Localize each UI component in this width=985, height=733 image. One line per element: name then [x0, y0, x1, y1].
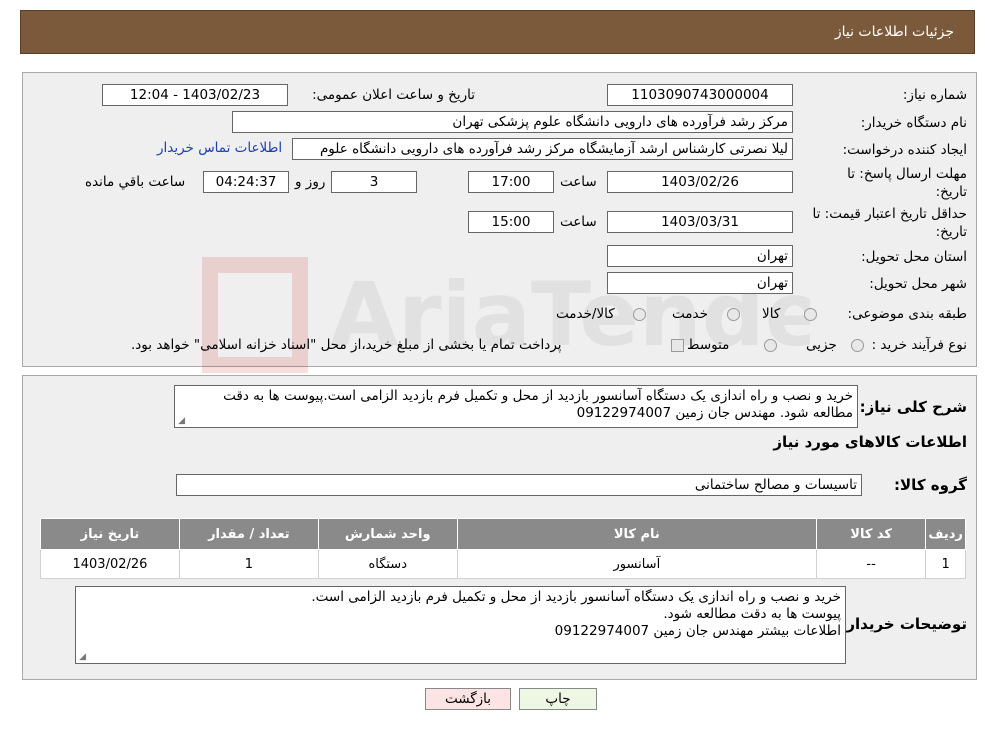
- cell-unit: دستگاه: [317, 549, 458, 579]
- category-option-goods: کالا: [762, 306, 781, 322]
- cell-row: 1: [925, 549, 966, 579]
- creator-field: لیلا نصرتی کارشناس ارشد آزمایشگاه مرکز ر…: [292, 138, 793, 160]
- resize-grip-icon[interactable]: ◢: [78, 653, 86, 662]
- province-field: تهران: [607, 245, 793, 267]
- table-header-row: ردیف کد کالا نام کالا واحد شمارش تعداد /…: [40, 518, 966, 550]
- city-label: شهر محل تحویل:: [869, 276, 967, 292]
- purchase-option-medium: متوسط: [687, 337, 730, 353]
- days-label: روز و: [295, 174, 326, 190]
- col-row: ردیف: [925, 518, 966, 550]
- cell-name: آسانسور: [456, 549, 818, 579]
- treasury-checkbox[interactable]: [671, 339, 684, 352]
- announce-field: 1403/02/23 - 12:04: [102, 84, 288, 106]
- remaining-label: ساعت باقي مانده: [85, 174, 186, 190]
- validity-date-field: 1403/03/31: [607, 211, 793, 233]
- back-button[interactable]: بازگشت: [425, 688, 511, 710]
- purchase-note: پرداخت تمام یا بخشی از مبلغ خرید،از محل …: [131, 337, 562, 353]
- validity-time-label: ساعت: [560, 214, 597, 230]
- page-title: جزئیات اطلاعات نیاز: [834, 24, 954, 40]
- col-name: نام کالا: [456, 518, 818, 550]
- announce-label: تاریخ و ساعت اعلان عمومی:: [312, 87, 475, 103]
- print-button[interactable]: چاپ: [519, 688, 597, 710]
- cell-code: --: [816, 549, 927, 579]
- buyer-notes-line-2: پیوست ها به دقت مطالعه شود.: [663, 606, 841, 622]
- summary-field: خرید و نصب و راه اندازی یک دستگاه آسانسو…: [174, 385, 858, 428]
- cell-date: 1403/02/26: [40, 549, 180, 579]
- purchase-radio-minor[interactable]: [851, 339, 864, 352]
- page-header: جزئیات اطلاعات نیاز: [20, 10, 975, 54]
- summary-text: خرید و نصب و راه اندازی یک دستگاه آسانسو…: [223, 388, 853, 421]
- purchase-radio-medium[interactable]: [764, 339, 777, 352]
- col-qty: تعداد / مقدار: [178, 518, 319, 550]
- deadline-time-label: ساعت: [560, 174, 597, 190]
- buyer-org-label: نام دستگاه خریدار:: [860, 115, 967, 131]
- deadline-label-2: تاریخ:: [935, 184, 967, 200]
- deadline-label-1: مهلت ارسال پاسخ: تا: [847, 166, 967, 182]
- goods-info-heading: اطلاعات کالاهای مورد نیاز: [773, 433, 967, 451]
- goods-group-label: گروه کالا:: [894, 476, 967, 494]
- buyer-notes-label: توضیحات خریدار:: [840, 615, 967, 633]
- creator-label: ایجاد کننده درخواست:: [842, 142, 967, 158]
- category-option-service: خدمت: [672, 306, 708, 322]
- col-unit: واحد شمارش: [317, 518, 458, 550]
- need-number-label: شماره نیاز:: [902, 87, 967, 103]
- category-radio-service[interactable]: [727, 308, 740, 321]
- buyer-notes-line-1: خرید و نصب و راه اندازی یک دستگاه آسانسو…: [311, 589, 841, 605]
- buyer-org-field: مرکز رشد فرآورده های دارویی دانشگاه علوم…: [232, 111, 793, 133]
- goods-group-field: تاسیسات و مصالح ساختمانی: [176, 474, 862, 496]
- col-date: تاریخ نیاز: [40, 518, 180, 550]
- items-table: ردیف کد کالا نام کالا واحد شمارش تعداد /…: [40, 518, 966, 579]
- need-number-field: 1103090743000004: [607, 84, 793, 106]
- col-code: کد کالا: [816, 518, 927, 550]
- validity-label-1: حداقل تاریخ اعتبار قیمت: تا: [812, 206, 967, 222]
- category-radio-both[interactable]: [633, 308, 646, 321]
- cell-qty: 1: [178, 549, 319, 579]
- buyer-notes-line-3: اطلاعات بیشتر مهندس جان زمین 09122974007: [554, 623, 841, 639]
- category-radio-goods[interactable]: [804, 308, 817, 321]
- purchase-type-label: نوع فرآیند خرید :: [871, 337, 967, 353]
- deadline-time-field: 17:00: [468, 171, 554, 193]
- deadline-date-field: 1403/02/26: [607, 171, 793, 193]
- city-field: تهران: [607, 272, 793, 294]
- table-row: 1 -- آسانسور دستگاه 1 1403/02/26: [40, 549, 966, 579]
- resize-grip-icon[interactable]: ◢: [177, 417, 185, 426]
- purchase-option-minor: جزیی: [806, 337, 837, 353]
- category-label: طبقه بندی موضوعی:: [847, 306, 967, 322]
- validity-time-field: 15:00: [468, 211, 554, 233]
- buyer-notes-field: خرید و نصب و راه اندازی یک دستگاه آسانسو…: [75, 586, 846, 664]
- days-field: 3: [331, 171, 417, 193]
- validity-label-2: تاریخ:: [935, 224, 967, 240]
- remaining-time-field: 04:24:37: [203, 171, 289, 193]
- province-label: استان محل تحویل:: [861, 249, 967, 265]
- category-option-both: کالا/خدمت: [556, 306, 615, 322]
- summary-label: شرح کلی نیاز:: [859, 398, 967, 416]
- buyer-contact-link[interactable]: اطلاعات تماس خریدار: [157, 140, 282, 156]
